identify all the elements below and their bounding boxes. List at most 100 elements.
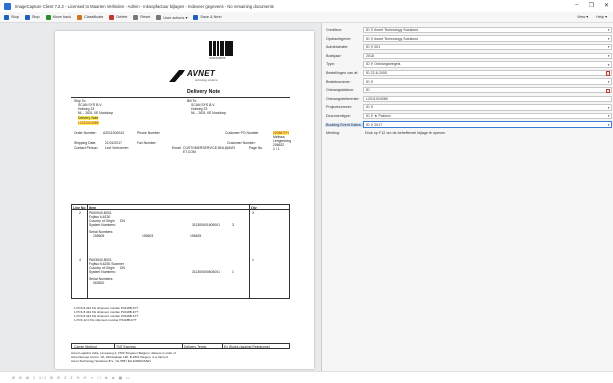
viewer-tool-1[interactable]: ⊟	[19, 376, 22, 380]
field-row: Boekjaar: 2018 ▾	[325, 52, 612, 60]
field-input[interactable]: ID	[363, 86, 612, 94]
viewer-tool-10[interactable]: ⟳	[84, 376, 87, 380]
field-input[interactable]: ID ⚲ ★ Pakbon ▾	[363, 112, 612, 120]
field-input[interactable]: ID ⚲ 001 ▾	[363, 43, 612, 51]
phone-label: Phone Number	[137, 131, 160, 135]
chevron-down-icon[interactable]: ▾	[608, 114, 610, 118]
toolbar-button-4[interactable]: Delete	[109, 14, 128, 20]
toolbar-button-label: Delete	[116, 15, 128, 19]
sysnum-qty: 3	[232, 223, 234, 227]
field-input[interactable]: ID ⚲ 2017 ▾	[363, 121, 612, 128]
field-input[interactable]: ID ⚲ Avnet Technology Solutions ▾	[363, 35, 612, 42]
viewer-tool-14[interactable]: ⊗	[112, 376, 115, 380]
carrier-method: TNT Express	[116, 344, 136, 349]
field-input[interactable]: ID ⚲ Avnet Technology Solutions ▾	[363, 26, 612, 34]
toolbar-button-7[interactable]: Save & Next	[193, 14, 222, 20]
chevron-down-icon[interactable]: ▾	[608, 80, 610, 84]
field-label: Type:	[326, 62, 336, 67]
viewer-tool-3[interactable]: 1	[33, 376, 35, 380]
toolbar-button-label: Classificate	[84, 15, 104, 19]
field-value: ID ⚲	[366, 79, 374, 84]
field-row: Administratie: ID ⚲ 001 ▾	[325, 43, 612, 51]
field-row: Ontvangstreferentie: L2011024089	[325, 95, 612, 103]
field-value: ID ⚲ 2017	[366, 122, 383, 127]
field-input[interactable]: ID ⚲ ▾	[363, 78, 612, 85]
field-input[interactable]: ID ⚲ ▾	[363, 104, 612, 111]
viewer-tool-12[interactable]: ☐	[98, 376, 101, 380]
toolbar-button-5[interactable]: Reset	[133, 14, 150, 20]
help-menu[interactable]: Help ▾	[596, 14, 607, 19]
field-input[interactable]: L2011024089	[363, 95, 612, 103]
field-row: Type: ID ⚲ Ontvangstregels ▾	[325, 60, 612, 68]
delete-icon	[109, 14, 115, 20]
carrier-method-label: Carrier Method	[74, 344, 97, 349]
viewer-tool-0[interactable]: ⊞	[12, 376, 15, 380]
viewer-tool-4[interactable]: 1 / 1	[39, 376, 46, 380]
viewer-tool-5[interactable]: ⊞	[50, 376, 53, 380]
barcode	[209, 41, 234, 56]
main-toolbar: Stop Stop Move back Classificate Delete Reset…	[0, 12, 613, 23]
window-title: ImageCapture Client 7.2.2 - Licensed to …	[15, 3, 274, 9]
field-label: Crediteur:	[326, 28, 343, 32]
sysnum-label: System Numbers:	[89, 270, 116, 274]
close-button[interactable]: ✕	[604, 2, 609, 9]
field-row: Melding: Druk op F12 om de betreffende bi…	[325, 129, 612, 137]
field-label: Booking Event Dates:	[325, 122, 363, 127]
calendar-icon[interactable]	[605, 88, 610, 94]
chevron-down-icon[interactable]: ▾	[608, 123, 610, 127]
classify-icon	[77, 14, 82, 20]
toolbar-button-1[interactable]: Stop	[24, 14, 40, 20]
field-label: Projectnummer:	[326, 105, 353, 110]
field-row: Bestelnummer: ID ⚲ ▾	[325, 78, 612, 86]
viewer-tool-2[interactable]: ⊠	[26, 376, 29, 380]
document-viewer[interactable]: IC0012345678 AVNET technology solutions …	[0, 23, 321, 371]
toolbar-button-2[interactable]: Move back	[45, 14, 71, 20]
table-row-qty: 1	[252, 258, 254, 262]
toolbar-button-6[interactable]: User actions ▾	[156, 14, 187, 20]
field-input[interactable]: ID 22-6-2000	[363, 69, 612, 77]
chevron-down-icon[interactable]: ▾	[608, 28, 610, 32]
order-number-label: Order Number:	[74, 131, 97, 135]
toolbar-button-0[interactable]: Stop	[4, 14, 19, 20]
minimize-button[interactable]: –	[575, 2, 578, 9]
save-icon	[193, 14, 199, 20]
chevron-down-icon[interactable]: ▾	[608, 106, 610, 110]
chevron-down-icon[interactable]: ▾	[608, 37, 610, 41]
sysnum-qty: 1	[232, 270, 234, 274]
user-icon	[156, 14, 162, 20]
viewer-tool-15[interactable]: ▦	[119, 376, 122, 380]
viewer-tool-6[interactable]: ⊟	[57, 376, 60, 380]
maximize-button[interactable]: ❐	[589, 2, 594, 9]
divider	[71, 97, 290, 98]
carrier-box: Carrier Method TNT Express Delivery Term…	[71, 343, 290, 349]
field-value: ID ⚲ Ontvangstregels	[366, 62, 401, 67]
field-value: ID ⚲ Avnet Technology Solutions	[366, 36, 419, 41]
viewer-tool-11[interactable]: ✂	[91, 376, 94, 380]
viewer-statusbar: ⊞ ⊟ ⊠ 1 1 / 1 ⊞ ⊟ Z Z ⟲ ⟳ ✂ ☐ ⊕ ⊗ ▦ ▭	[0, 371, 613, 383]
viewer-tool-8[interactable]: Z	[70, 376, 72, 380]
viewer-tool-7[interactable]: Z	[64, 376, 66, 380]
shipping-date: 21/01/2017	[105, 141, 122, 145]
serial-number: 063620	[93, 281, 105, 285]
viewer-tool-9[interactable]: ⟲	[76, 376, 79, 380]
field-row: Opdrachtgever: ID ⚲ Avnet Technology Solu…	[325, 35, 612, 43]
view-menu[interactable]: View ▾	[577, 14, 588, 19]
fax-label: Fax Number:	[137, 141, 157, 145]
chevron-down-icon[interactable]: ▾	[608, 63, 610, 67]
toolbar-button-3[interactable]: Classificate	[77, 14, 104, 20]
delivery-note-number: L2011024089	[78, 121, 99, 125]
sysnum-label: System Numbers:	[89, 223, 116, 227]
logo-subtitle: technology solutions	[195, 79, 218, 82]
viewer-tool-16[interactable]: ▭	[126, 376, 129, 380]
chevron-down-icon[interactable]: ▾	[608, 45, 610, 49]
calendar-icon[interactable]	[605, 71, 610, 76]
field-row: Projectnummer: ID ⚲ ▾	[325, 103, 612, 111]
page-value: 1 / 1	[273, 147, 280, 151]
field-input[interactable]: 2018 ▾	[363, 52, 612, 60]
chevron-down-icon[interactable]: ▾	[608, 54, 610, 58]
customer-po-label: Customer PO Number	[225, 131, 259, 135]
field-input[interactable]: ID ⚲ Ontvangstregels ▾	[363, 61, 612, 68]
toolbar-button-label: Save & Next	[200, 15, 222, 19]
viewer-tool-13[interactable]: ⊕	[105, 376, 108, 380]
field-label: Boekjaar:	[326, 53, 342, 58]
